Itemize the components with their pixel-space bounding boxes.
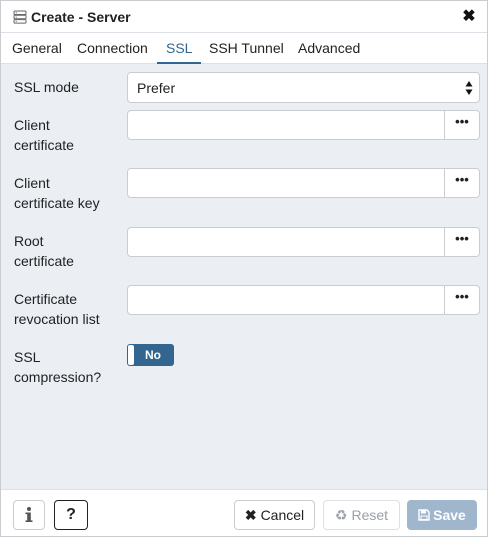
dialog-titlebar[interactable]: Create - Server ✖: [1, 1, 487, 33]
crl-input[interactable]: [127, 285, 445, 315]
root-certificate-label-line2: certificate: [14, 253, 74, 269]
recycle-icon: ♻: [334, 507, 348, 523]
dialog-footer: ? ✖ Cancel ♻ Reset Save: [1, 489, 487, 536]
save-label: Save: [433, 507, 466, 523]
close-icon[interactable]: ✖: [461, 8, 477, 26]
root-certificate-input[interactable]: [127, 227, 445, 257]
ssl-mode-label: SSL mode: [14, 79, 79, 95]
ssl-tab-panel: SSL mode Prefer Client certificate ••• C…: [1, 64, 487, 489]
ssl-compression-toggle[interactable]: No: [127, 344, 174, 366]
client-certificate-input[interactable]: [127, 110, 445, 140]
root-certificate-browse-button[interactable]: •••: [444, 227, 480, 257]
save-button[interactable]: Save: [407, 500, 477, 530]
tab-connection[interactable]: Connection: [77, 33, 148, 64]
crl-label-line2: revocation list: [14, 311, 100, 327]
tab-bar: General Connection SSL SSH Tunnel Advanc…: [1, 33, 487, 64]
toggle-knob: [128, 345, 134, 365]
client-certificate-label-line2: certificate: [14, 137, 74, 153]
info-button[interactable]: [13, 500, 45, 530]
toggle-state-label: No: [145, 348, 161, 362]
tab-general[interactable]: General: [12, 33, 62, 64]
crl-label-line1: Certificate: [14, 291, 78, 307]
client-certificate-key-input[interactable]: [127, 168, 445, 198]
cancel-button[interactable]: ✖ Cancel: [234, 500, 315, 530]
root-certificate-label-line1: Root: [14, 233, 44, 249]
client-certificate-key-browse-button[interactable]: •••: [444, 168, 480, 198]
server-icon: [13, 10, 27, 24]
tab-ssh-tunnel[interactable]: SSH Tunnel: [209, 33, 284, 64]
create-server-dialog: Create - Server ✖ General Connection SSL…: [0, 0, 488, 537]
tab-ssl[interactable]: SSL: [157, 33, 202, 64]
close-icon: ✖: [244, 507, 257, 523]
client-certificate-browse-button[interactable]: •••: [444, 110, 480, 140]
tab-advanced[interactable]: Advanced: [298, 33, 360, 64]
ssl-compression-label-line2: compression?: [14, 369, 102, 385]
crl-browse-button[interactable]: •••: [444, 285, 480, 315]
client-certificate-key-label-line2: certificate key: [14, 195, 100, 211]
client-certificate-key-label-line1: Client: [14, 175, 50, 191]
info-icon: [25, 507, 33, 522]
ssl-mode-value: Prefer: [137, 80, 176, 96]
reset-button[interactable]: ♻ Reset: [323, 500, 400, 530]
dialog-title: Create - Server: [31, 9, 131, 25]
cancel-label: Cancel: [260, 507, 305, 523]
help-button[interactable]: ?: [54, 500, 88, 530]
select-arrows-icon: [465, 81, 473, 95]
ssl-mode-select[interactable]: Prefer: [127, 72, 480, 103]
ssl-compression-label-line1: SSL: [14, 349, 41, 365]
reset-label: Reset: [351, 507, 389, 523]
client-certificate-label-line1: Client: [14, 117, 50, 133]
floppy-disk-icon: [418, 509, 430, 521]
